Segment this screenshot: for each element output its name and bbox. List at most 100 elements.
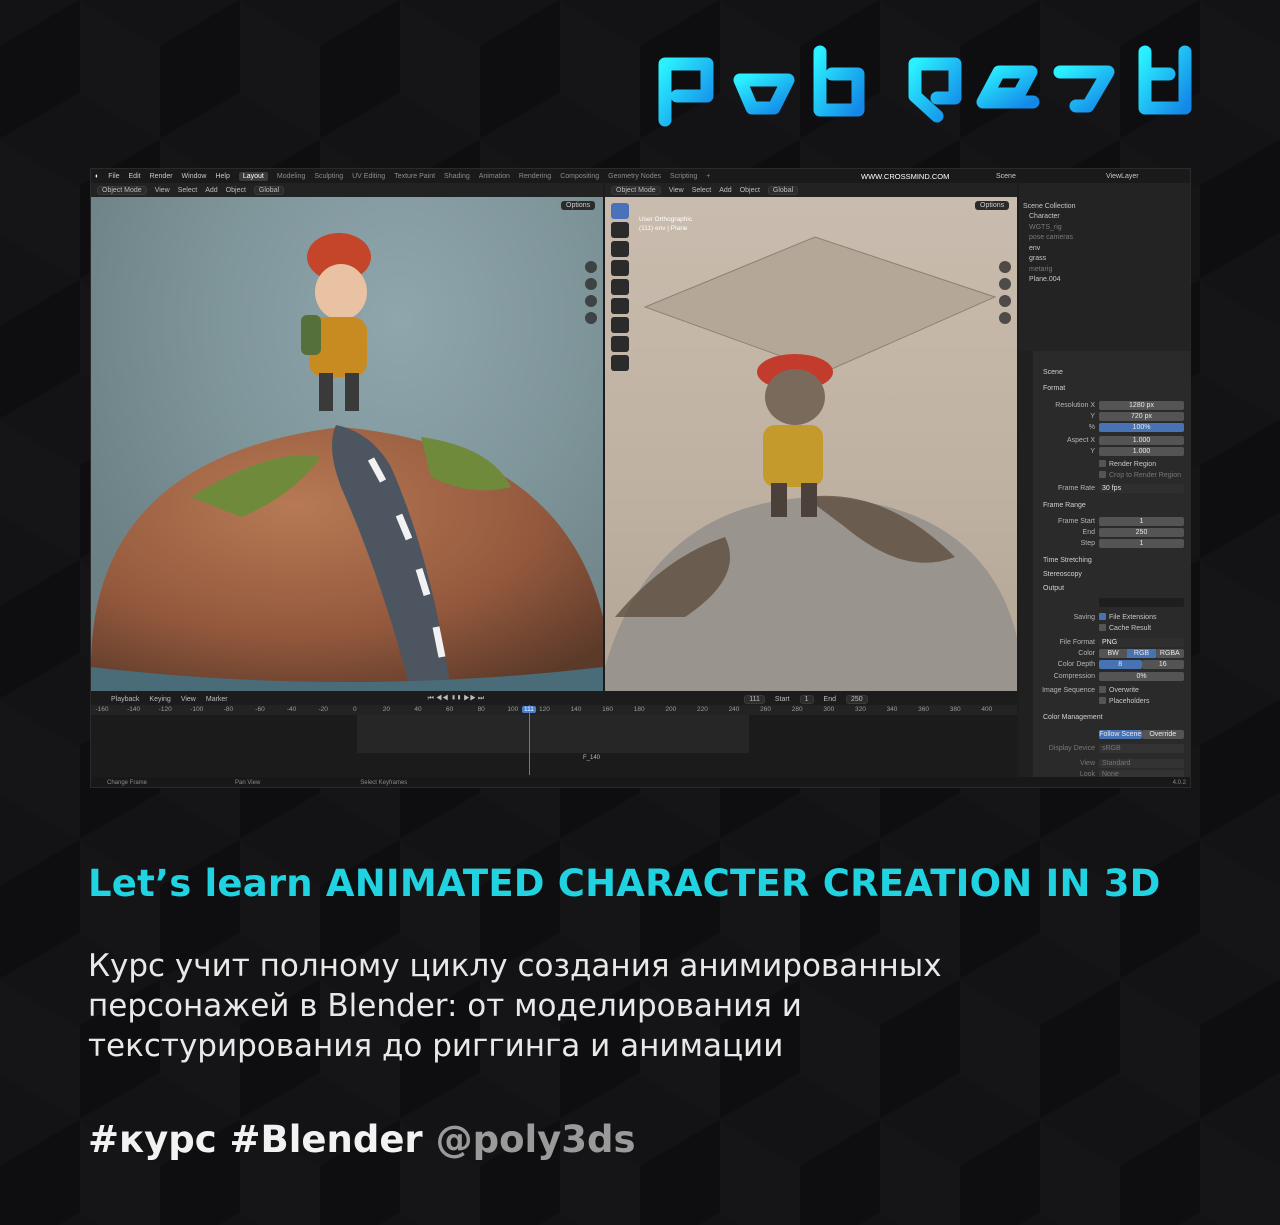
aspect-x-field[interactable]: 1.000 <box>1099 435 1184 445</box>
outliner-item[interactable]: pose cameras <box>1019 233 1190 244</box>
scene-selector[interactable]: Scene <box>996 173 1016 180</box>
color-rgba-button[interactable]: RGBA <box>1155 648 1184 658</box>
timeline-ruler[interactable]: -160 -140 -120 -100 -80 -60 -40 -20 0 20 40 60 80 100… <box>91 705 1017 715</box>
tab-sculpting[interactable]: Sculpting <box>314 173 343 180</box>
aspect-y-field[interactable]: 1.000 <box>1099 446 1184 456</box>
tab-scripting[interactable]: Scripting <box>670 173 697 180</box>
tab-shading[interactable]: Shading <box>444 173 470 180</box>
transform-tool-icon[interactable] <box>611 298 629 314</box>
frame-start-field[interactable]: 1 <box>1099 516 1184 526</box>
outliner-item[interactable]: metarig <box>1019 264 1190 275</box>
crop-region-checkbox[interactable] <box>1099 471 1109 479</box>
compression-slider[interactable]: 0% <box>1099 671 1184 681</box>
left-transform-dropdown[interactable]: Global <box>253 185 285 195</box>
add-cube-tool-icon[interactable] <box>611 355 629 371</box>
resolution-y-field[interactable]: 720 px <box>1099 411 1184 421</box>
zoom-icon[interactable] <box>585 261 597 273</box>
resolution-pct-field[interactable]: 100% <box>1099 422 1184 432</box>
right-add-menu[interactable]: Add <box>719 187 731 194</box>
overwrite-checkbox[interactable] <box>1099 686 1109 694</box>
rotate-tool-icon[interactable] <box>611 260 629 276</box>
stereoscopy-section[interactable]: Stereoscopy <box>1033 569 1190 579</box>
pan-hand-icon[interactable] <box>999 278 1011 290</box>
color-rgb-button[interactable]: RGB <box>1127 648 1156 658</box>
zoom-icon[interactable] <box>999 261 1011 273</box>
right-mode-dropdown[interactable]: Object Mode <box>611 185 661 195</box>
output-path-field[interactable] <box>1099 597 1184 607</box>
hashtags[interactable]: #курс #Blender <box>88 1118 423 1161</box>
follow-scene-button[interactable]: Follow Scene <box>1099 729 1142 739</box>
camera-view-icon[interactable] <box>999 295 1011 307</box>
right-viewport[interactable]: User Orthographic (111) env | Plane Opti… <box>605 197 1017 691</box>
blender-logo-icon[interactable]: ◐ <box>95 173 99 180</box>
outliner-item[interactable]: WGTS_rig <box>1019 222 1190 233</box>
scale-tool-icon[interactable] <box>611 279 629 295</box>
tab-rendering[interactable]: Rendering <box>519 173 551 180</box>
left-viewport[interactable]: Options <box>91 197 603 691</box>
tab-animation[interactable]: Animation <box>479 173 510 180</box>
outliner-item[interactable]: grass <box>1019 254 1190 265</box>
time-stretching-section[interactable]: Time Stretching <box>1033 555 1190 565</box>
menu-render[interactable]: Render <box>150 173 173 180</box>
left-select-menu[interactable]: Select <box>178 187 197 194</box>
measure-tool-icon[interactable] <box>611 336 629 352</box>
camera-view-icon[interactable] <box>585 295 597 307</box>
ortho-grid-icon[interactable] <box>999 312 1011 324</box>
scene-collection-row[interactable]: Scene Collection <box>1019 201 1190 212</box>
playhead[interactable] <box>529 705 530 775</box>
menu-file[interactable]: File <box>108 173 119 180</box>
cache-result-checkbox[interactable] <box>1099 624 1109 632</box>
keying-menu[interactable]: Keying <box>149 696 170 703</box>
outliner-item[interactable]: env <box>1019 243 1190 254</box>
right-options-button[interactable]: Options <box>975 201 1010 210</box>
file-extensions-checkbox[interactable] <box>1099 613 1109 621</box>
outliner-item[interactable]: Plane.004 <box>1019 275 1190 286</box>
start-frame-field[interactable]: 1 <box>799 694 814 704</box>
frame-rate-dropdown[interactable]: 30 fps <box>1099 483 1184 493</box>
account-handle[interactable]: @poly3ds <box>436 1118 636 1161</box>
right-select-menu[interactable]: Select <box>692 187 711 194</box>
move-tool-icon[interactable] <box>611 241 629 257</box>
playback-controls-icon[interactable]: ⏮ ◀◀ ▮▮ ▶▶ ⏭ <box>428 695 485 703</box>
override-button[interactable]: Override <box>1141 729 1184 739</box>
tab-texture-paint[interactable]: Texture Paint <box>394 173 435 180</box>
right-object-menu[interactable]: Object <box>740 187 760 194</box>
ortho-grid-icon[interactable] <box>585 312 597 324</box>
render-region-checkbox[interactable] <box>1099 460 1109 468</box>
marker-menu[interactable]: Marker <box>206 696 228 703</box>
tab-layout[interactable]: Layout <box>238 171 268 181</box>
display-device-dropdown[interactable]: sRGB <box>1099 743 1184 753</box>
view-transform-dropdown[interactable]: Standard <box>1099 758 1184 768</box>
left-view-menu[interactable]: View <box>155 187 170 194</box>
color-bw-button[interactable]: BW <box>1099 648 1128 658</box>
frame-range-section[interactable]: Frame Range <box>1033 500 1190 510</box>
viewlayer-selector[interactable]: ViewLayer <box>1106 173 1139 180</box>
timeline-editor[interactable]: Playback Keying View Marker ⏮ ◀◀ ▮▮ ▶▶ ⏭… <box>91 691 1017 787</box>
depth-16-button[interactable]: 16 <box>1141 659 1184 669</box>
left-options-button[interactable]: Options <box>561 201 596 210</box>
menu-window[interactable]: Window <box>182 173 207 180</box>
format-section[interactable]: Format <box>1033 383 1190 393</box>
tab-uv-editing[interactable]: UV Editing <box>352 173 385 180</box>
menu-help[interactable]: Help <box>215 173 229 180</box>
pan-hand-icon[interactable] <box>585 278 597 290</box>
tab-modeling[interactable]: Modeling <box>277 173 305 180</box>
add-workspace-icon[interactable]: + <box>706 173 710 180</box>
properties-tabs[interactable] <box>1019 351 1033 787</box>
current-frame-field[interactable]: 111 <box>744 694 765 704</box>
tab-geometry-nodes[interactable]: Geometry Nodes <box>608 173 661 180</box>
output-section[interactable]: Output <box>1033 583 1190 593</box>
left-object-menu[interactable]: Object <box>226 187 246 194</box>
right-transform-dropdown[interactable]: Global <box>767 185 799 195</box>
resolution-x-field[interactable]: 1280 px <box>1099 400 1184 410</box>
playback-menu[interactable]: Playback <box>111 696 139 703</box>
color-management-section[interactable]: Color Management <box>1033 712 1190 722</box>
left-mode-dropdown[interactable]: Object Mode <box>97 185 147 195</box>
depth-8-button[interactable]: 8 <box>1099 659 1142 669</box>
timeline-view-menu[interactable]: View <box>181 696 196 703</box>
annotate-tool-icon[interactable] <box>611 317 629 333</box>
file-format-dropdown[interactable]: PNG <box>1099 637 1184 647</box>
cursor-tool-icon[interactable] <box>611 222 629 238</box>
menu-edit[interactable]: Edit <box>129 173 141 180</box>
frame-end-field[interactable]: 250 <box>1099 527 1184 537</box>
